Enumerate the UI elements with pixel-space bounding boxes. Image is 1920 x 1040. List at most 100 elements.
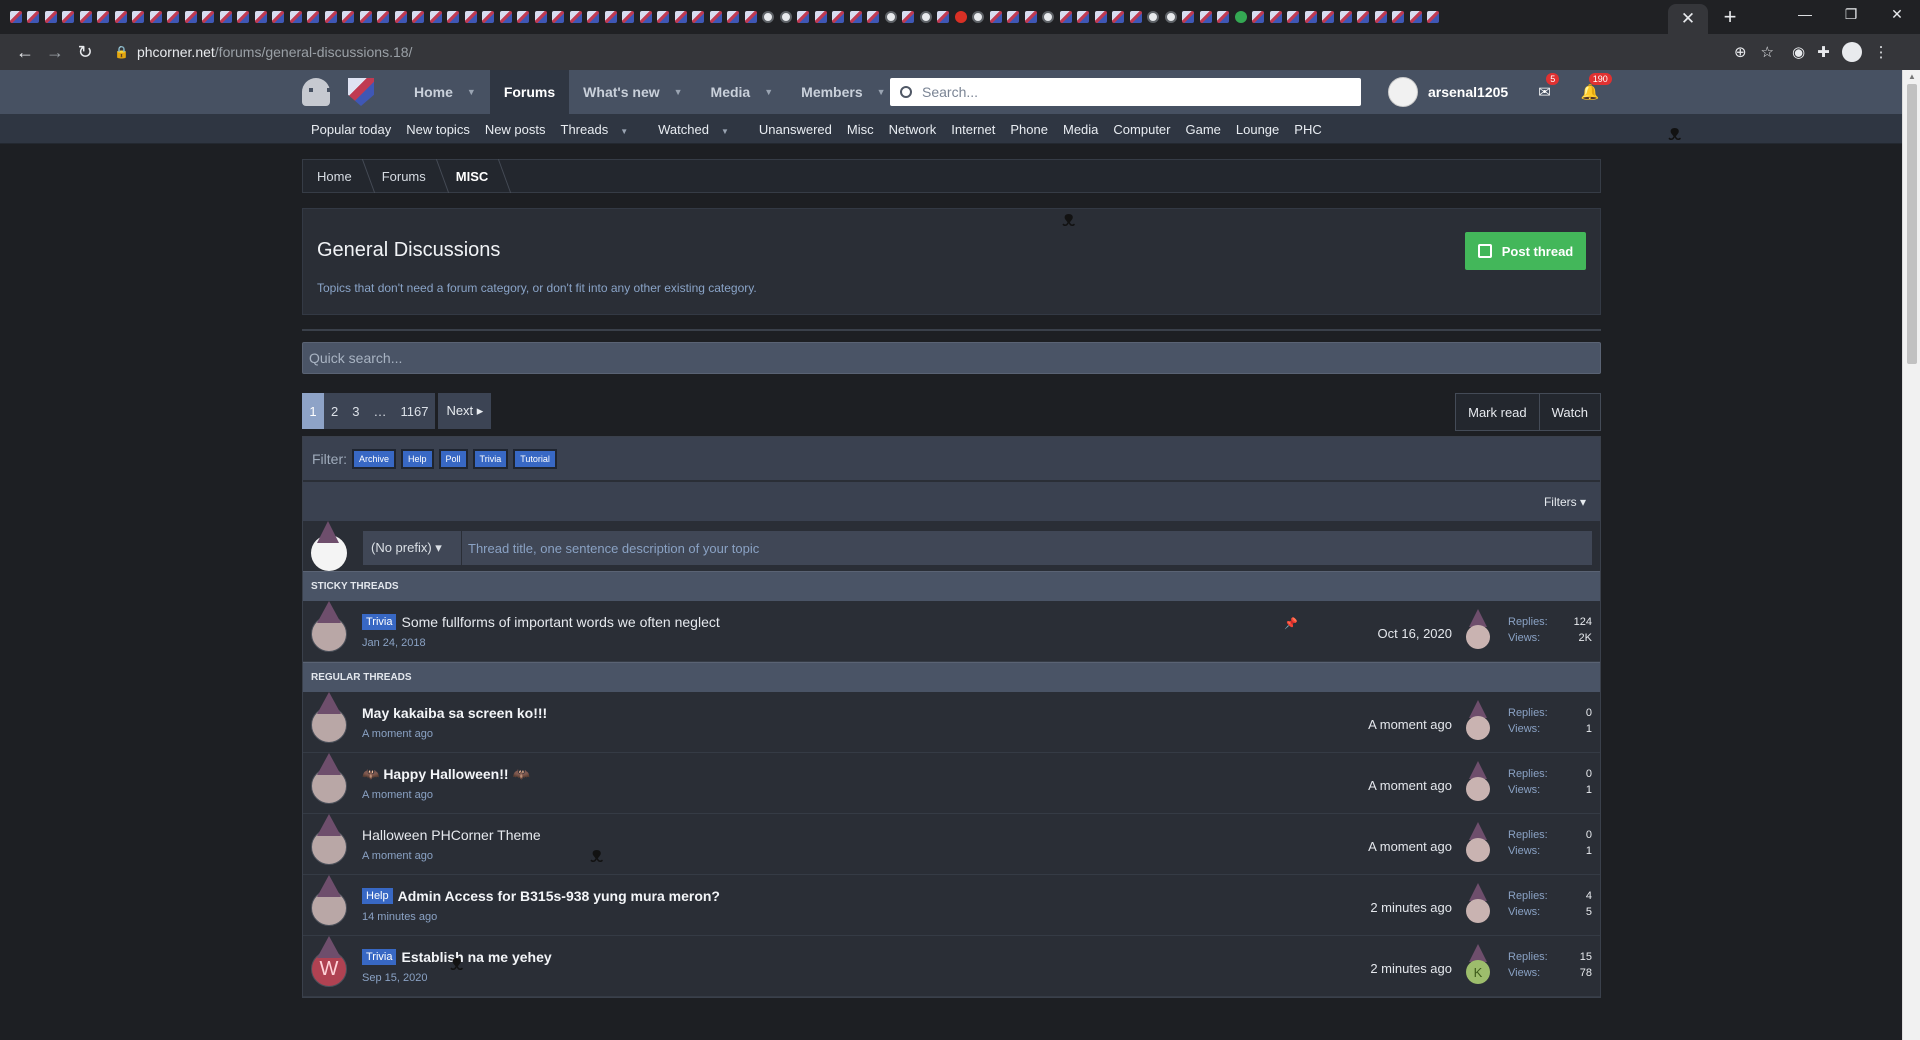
tab-favicon-icon[interactable] xyxy=(1023,9,1039,25)
filter-tag-poll[interactable]: Poll xyxy=(438,448,468,469)
thread-prefix-badge[interactable]: Help xyxy=(362,888,393,904)
close-tab-icon[interactable]: ✕ xyxy=(1681,9,1695,29)
tab-favicon-icon[interactable] xyxy=(1356,9,1372,25)
thread-start-date[interactable]: 14 minutes ago xyxy=(362,911,437,923)
chevron-down-icon[interactable]: ▼ xyxy=(674,87,683,97)
breadcrumb-misc[interactable]: MISC xyxy=(442,159,505,193)
last-post-date[interactable]: Oct 16, 2020 xyxy=(1378,626,1452,641)
scrollbar-thumb[interactable] xyxy=(1907,84,1917,364)
tab-favicon-icon[interactable] xyxy=(551,9,567,25)
filter-tag-trivia[interactable]: Trivia xyxy=(472,448,509,469)
tab-favicon-icon[interactable] xyxy=(446,9,462,25)
tab-favicon-icon[interactable] xyxy=(428,9,444,25)
thread-title-link[interactable]: 🦇 Happy Halloween!! 🦇 xyxy=(362,766,530,783)
watch-button[interactable]: Watch xyxy=(1538,394,1600,430)
tab-favicon-icon[interactable] xyxy=(1286,9,1302,25)
filters-dropdown[interactable]: Filters ▾ xyxy=(1544,495,1586,509)
next-page-button[interactable]: Next ▸ xyxy=(438,393,492,429)
last-post-date[interactable]: 2 minutes ago xyxy=(1370,961,1452,976)
tab-favicon-icon[interactable] xyxy=(8,9,24,25)
thread-start-date[interactable]: Jan 24, 2018 xyxy=(362,637,426,649)
tab-favicon-icon[interactable] xyxy=(1321,9,1337,25)
user-avatar[interactable] xyxy=(1388,77,1418,107)
thread-prefix-badge[interactable]: Trivia xyxy=(362,949,397,965)
tab-favicon-icon[interactable] xyxy=(1111,9,1127,25)
tab-favicon-icon[interactable] xyxy=(1198,9,1214,25)
tab-favicon-icon[interactable] xyxy=(113,9,129,25)
thread-title-input[interactable]: Thread title, one sentence description o… xyxy=(462,531,1592,565)
thread-start-date[interactable]: A moment ago xyxy=(362,789,433,801)
nav-tab-what-s-new[interactable]: What's new ▼ xyxy=(569,70,696,114)
tab-favicon-icon[interactable] xyxy=(988,9,1004,25)
last-poster-avatar[interactable] xyxy=(1466,716,1490,740)
tab-favicon-icon[interactable] xyxy=(743,9,759,25)
tab-favicon-icon[interactable] xyxy=(1163,9,1179,25)
tab-favicon-icon[interactable] xyxy=(1233,9,1249,25)
close-window-button[interactable]: ✕ xyxy=(1874,0,1920,30)
chevron-down-icon[interactable]: ▼ xyxy=(764,87,773,97)
tab-favicon-icon[interactable] xyxy=(1251,9,1267,25)
subnav-item-phc[interactable]: PHC xyxy=(1294,122,1321,137)
tab-favicon-icon[interactable] xyxy=(586,9,602,25)
tab-favicon-icon[interactable] xyxy=(603,9,619,25)
tab-favicon-icon[interactable] xyxy=(796,9,812,25)
username-link[interactable]: arsenal1205 xyxy=(1428,84,1508,100)
tab-favicon-icon[interactable] xyxy=(61,9,77,25)
page-1[interactable]: 1 xyxy=(302,393,324,429)
tab-favicon-icon[interactable] xyxy=(691,9,707,25)
minimize-button[interactable]: — xyxy=(1782,0,1828,30)
tab-favicon-icon[interactable] xyxy=(533,9,549,25)
tab-favicon-icon[interactable] xyxy=(498,9,514,25)
last-poster-avatar[interactable] xyxy=(1466,899,1490,923)
thread-title-link[interactable]: Some fullforms of important words we oft… xyxy=(401,614,719,630)
chevron-down-icon[interactable]: ▼ xyxy=(467,87,476,97)
tab-favicon-icon[interactable] xyxy=(883,9,899,25)
tab-favicon-icon[interactable] xyxy=(1216,9,1232,25)
tab-favicon-icon[interactable] xyxy=(1391,9,1407,25)
page-scrollbar[interactable]: ▲ xyxy=(1902,70,1920,1040)
tab-favicon-icon[interactable] xyxy=(271,9,287,25)
tab-favicon-icon[interactable] xyxy=(131,9,147,25)
bookmark-star-icon[interactable]: ☆ xyxy=(1761,43,1774,61)
tab-favicon-icon[interactable] xyxy=(218,9,234,25)
thread-start-date[interactable]: A moment ago xyxy=(362,850,433,862)
tab-favicon-icon[interactable] xyxy=(901,9,917,25)
last-post-date[interactable]: A moment ago xyxy=(1368,839,1452,854)
page-last[interactable]: 1167 xyxy=(393,393,436,429)
subnav-item-watched[interactable]: Watched ▼ xyxy=(658,122,744,137)
tab-favicon-icon[interactable] xyxy=(1093,9,1109,25)
tab-favicon-icon[interactable] xyxy=(201,9,217,25)
tab-favicon-icon[interactable] xyxy=(1303,9,1319,25)
nav-tab-media[interactable]: Media ▼ xyxy=(697,70,788,114)
subnav-item-popular-today[interactable]: Popular today xyxy=(311,122,391,137)
last-poster-avatar[interactable] xyxy=(1466,777,1490,801)
thread-start-date[interactable]: Sep 15, 2020 xyxy=(362,972,427,984)
thread-title-link[interactable]: Halloween PHCorner Theme xyxy=(362,827,541,843)
tab-favicon-icon[interactable] xyxy=(813,9,829,25)
thread-title-link[interactable]: Establish na me yehey xyxy=(401,949,551,965)
last-post-date[interactable]: A moment ago xyxy=(1368,778,1452,793)
site-search-input[interactable]: Search... xyxy=(890,78,1361,106)
tab-favicon-icon[interactable] xyxy=(761,9,777,25)
tab-favicon-icon[interactable] xyxy=(376,9,392,25)
subnav-item-unanswered[interactable]: Unanswered xyxy=(759,122,832,137)
tab-favicon-icon[interactable] xyxy=(1268,9,1284,25)
tab-favicon-icon[interactable] xyxy=(463,9,479,25)
tab-favicon-icon[interactable] xyxy=(1128,9,1144,25)
subnav-item-game[interactable]: Game xyxy=(1185,122,1220,137)
scroll-up-icon[interactable]: ▲ xyxy=(1908,72,1916,81)
menu-kebab-icon[interactable]: ⋮ xyxy=(1874,43,1889,61)
subnav-item-misc[interactable]: Misc xyxy=(847,122,874,137)
nav-tab-members[interactable]: Members ▼ xyxy=(787,70,899,114)
reload-icon[interactable]: ↻ xyxy=(70,42,100,63)
tab-favicon-icon[interactable] xyxy=(78,9,94,25)
filter-tag-tutorial[interactable]: Tutorial xyxy=(513,448,557,469)
tab-favicon-icon[interactable] xyxy=(638,9,654,25)
tab-favicon-icon[interactable] xyxy=(726,9,742,25)
mark-read-button[interactable]: Mark read xyxy=(1456,394,1539,430)
tab-favicon-icon[interactable] xyxy=(358,9,374,25)
page-2[interactable]: 2 xyxy=(324,393,346,429)
thread-prefix-badge[interactable]: Trivia xyxy=(362,614,397,630)
back-arrow-icon[interactable]: ← xyxy=(10,42,40,63)
thread-title-link[interactable]: May kakaiba sa screen ko!!! xyxy=(362,705,547,721)
